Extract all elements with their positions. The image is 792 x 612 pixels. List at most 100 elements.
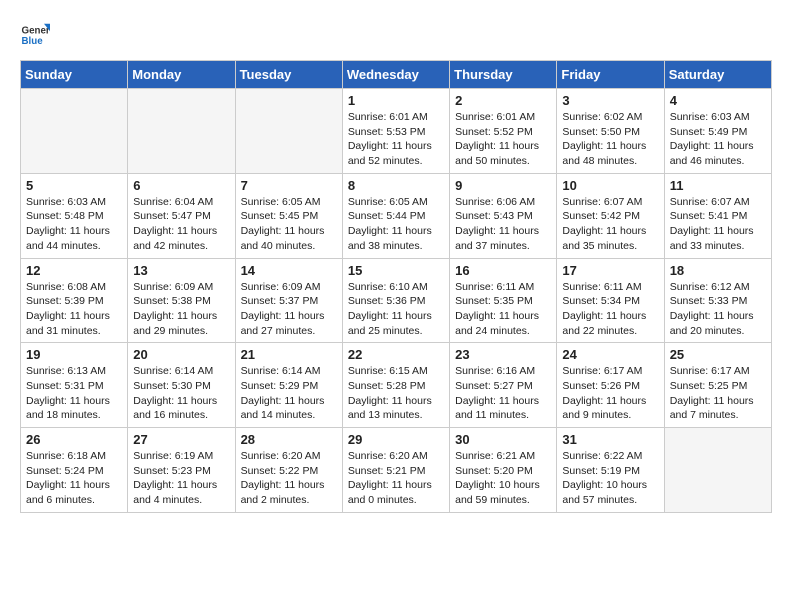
calendar-cell: 23 Sunrise: 6:16 AMSunset: 5:27 PMDaylig… (450, 343, 557, 428)
cell-day-number: 6 (133, 178, 229, 193)
cell-day-number: 1 (348, 93, 444, 108)
svg-text:General: General (22, 26, 51, 37)
cell-info: Sunrise: 6:20 AMSunset: 5:21 PMDaylight:… (348, 449, 444, 508)
cell-day-number: 24 (562, 347, 658, 362)
cell-day-number: 15 (348, 263, 444, 278)
calendar-cell: 6 Sunrise: 6:04 AMSunset: 5:47 PMDayligh… (128, 173, 235, 258)
cell-info: Sunrise: 6:18 AMSunset: 5:24 PMDaylight:… (26, 449, 122, 508)
cell-info: Sunrise: 6:17 AMSunset: 5:25 PMDaylight:… (670, 364, 766, 423)
cell-day-number: 20 (133, 347, 229, 362)
cell-day-number: 5 (26, 178, 122, 193)
calendar-cell: 15 Sunrise: 6:10 AMSunset: 5:36 PMDaylig… (342, 258, 449, 343)
cell-day-number: 26 (26, 432, 122, 447)
calendar-table: SundayMondayTuesdayWednesdayThursdayFrid… (20, 60, 772, 513)
cell-info: Sunrise: 6:03 AMSunset: 5:48 PMDaylight:… (26, 195, 122, 254)
cell-info: Sunrise: 6:16 AMSunset: 5:27 PMDaylight:… (455, 364, 551, 423)
calendar-cell: 22 Sunrise: 6:15 AMSunset: 5:28 PMDaylig… (342, 343, 449, 428)
cell-day-number: 23 (455, 347, 551, 362)
cell-info: Sunrise: 6:07 AMSunset: 5:42 PMDaylight:… (562, 195, 658, 254)
calendar-cell: 2 Sunrise: 6:01 AMSunset: 5:52 PMDayligh… (450, 89, 557, 174)
calendar-cell (664, 428, 771, 513)
cell-info: Sunrise: 6:17 AMSunset: 5:26 PMDaylight:… (562, 364, 658, 423)
calendar-week-2: 5 Sunrise: 6:03 AMSunset: 5:48 PMDayligh… (21, 173, 772, 258)
calendar-week-5: 26 Sunrise: 6:18 AMSunset: 5:24 PMDaylig… (21, 428, 772, 513)
calendar-cell (128, 89, 235, 174)
logo-icon: General Blue (20, 20, 50, 50)
weekday-friday: Friday (557, 61, 664, 89)
weekday-header-row: SundayMondayTuesdayWednesdayThursdayFrid… (21, 61, 772, 89)
calendar-cell: 26 Sunrise: 6:18 AMSunset: 5:24 PMDaylig… (21, 428, 128, 513)
cell-day-number: 31 (562, 432, 658, 447)
calendar-cell: 28 Sunrise: 6:20 AMSunset: 5:22 PMDaylig… (235, 428, 342, 513)
cell-info: Sunrise: 6:13 AMSunset: 5:31 PMDaylight:… (26, 364, 122, 423)
cell-info: Sunrise: 6:01 AMSunset: 5:52 PMDaylight:… (455, 110, 551, 169)
cell-info: Sunrise: 6:01 AMSunset: 5:53 PMDaylight:… (348, 110, 444, 169)
cell-info: Sunrise: 6:11 AMSunset: 5:35 PMDaylight:… (455, 280, 551, 339)
cell-day-number: 14 (241, 263, 337, 278)
calendar-cell: 1 Sunrise: 6:01 AMSunset: 5:53 PMDayligh… (342, 89, 449, 174)
calendar-cell: 13 Sunrise: 6:09 AMSunset: 5:38 PMDaylig… (128, 258, 235, 343)
cell-day-number: 19 (26, 347, 122, 362)
cell-day-number: 7 (241, 178, 337, 193)
cell-day-number: 8 (348, 178, 444, 193)
calendar-cell: 3 Sunrise: 6:02 AMSunset: 5:50 PMDayligh… (557, 89, 664, 174)
cell-day-number: 27 (133, 432, 229, 447)
cell-info: Sunrise: 6:11 AMSunset: 5:34 PMDaylight:… (562, 280, 658, 339)
calendar-week-3: 12 Sunrise: 6:08 AMSunset: 5:39 PMDaylig… (21, 258, 772, 343)
calendar-cell: 21 Sunrise: 6:14 AMSunset: 5:29 PMDaylig… (235, 343, 342, 428)
cell-info: Sunrise: 6:05 AMSunset: 5:45 PMDaylight:… (241, 195, 337, 254)
calendar-week-1: 1 Sunrise: 6:01 AMSunset: 5:53 PMDayligh… (21, 89, 772, 174)
cell-info: Sunrise: 6:09 AMSunset: 5:37 PMDaylight:… (241, 280, 337, 339)
cell-day-number: 10 (562, 178, 658, 193)
weekday-monday: Monday (128, 61, 235, 89)
cell-day-number: 16 (455, 263, 551, 278)
cell-day-number: 21 (241, 347, 337, 362)
svg-text:Blue: Blue (22, 36, 44, 47)
calendar-cell (235, 89, 342, 174)
cell-day-number: 25 (670, 347, 766, 362)
cell-day-number: 17 (562, 263, 658, 278)
calendar-week-4: 19 Sunrise: 6:13 AMSunset: 5:31 PMDaylig… (21, 343, 772, 428)
calendar-cell: 11 Sunrise: 6:07 AMSunset: 5:41 PMDaylig… (664, 173, 771, 258)
calendar-cell: 27 Sunrise: 6:19 AMSunset: 5:23 PMDaylig… (128, 428, 235, 513)
calendar-cell: 16 Sunrise: 6:11 AMSunset: 5:35 PMDaylig… (450, 258, 557, 343)
cell-info: Sunrise: 6:03 AMSunset: 5:49 PMDaylight:… (670, 110, 766, 169)
weekday-thursday: Thursday (450, 61, 557, 89)
cell-day-number: 29 (348, 432, 444, 447)
weekday-sunday: Sunday (21, 61, 128, 89)
calendar-cell: 31 Sunrise: 6:22 AMSunset: 5:19 PMDaylig… (557, 428, 664, 513)
logo: General Blue (20, 20, 50, 50)
calendar-cell: 30 Sunrise: 6:21 AMSunset: 5:20 PMDaylig… (450, 428, 557, 513)
cell-day-number: 11 (670, 178, 766, 193)
weekday-wednesday: Wednesday (342, 61, 449, 89)
cell-info: Sunrise: 6:05 AMSunset: 5:44 PMDaylight:… (348, 195, 444, 254)
calendar-cell: 9 Sunrise: 6:06 AMSunset: 5:43 PMDayligh… (450, 173, 557, 258)
cell-info: Sunrise: 6:22 AMSunset: 5:19 PMDaylight:… (562, 449, 658, 508)
cell-day-number: 12 (26, 263, 122, 278)
cell-day-number: 30 (455, 432, 551, 447)
calendar-cell: 20 Sunrise: 6:14 AMSunset: 5:30 PMDaylig… (128, 343, 235, 428)
calendar-cell: 29 Sunrise: 6:20 AMSunset: 5:21 PMDaylig… (342, 428, 449, 513)
cell-day-number: 18 (670, 263, 766, 278)
calendar-cell (21, 89, 128, 174)
cell-day-number: 2 (455, 93, 551, 108)
cell-day-number: 13 (133, 263, 229, 278)
cell-info: Sunrise: 6:15 AMSunset: 5:28 PMDaylight:… (348, 364, 444, 423)
calendar-cell: 14 Sunrise: 6:09 AMSunset: 5:37 PMDaylig… (235, 258, 342, 343)
cell-info: Sunrise: 6:21 AMSunset: 5:20 PMDaylight:… (455, 449, 551, 508)
cell-info: Sunrise: 6:19 AMSunset: 5:23 PMDaylight:… (133, 449, 229, 508)
weekday-saturday: Saturday (664, 61, 771, 89)
calendar-cell: 25 Sunrise: 6:17 AMSunset: 5:25 PMDaylig… (664, 343, 771, 428)
calendar-cell: 18 Sunrise: 6:12 AMSunset: 5:33 PMDaylig… (664, 258, 771, 343)
calendar-cell: 10 Sunrise: 6:07 AMSunset: 5:42 PMDaylig… (557, 173, 664, 258)
calendar-cell: 24 Sunrise: 6:17 AMSunset: 5:26 PMDaylig… (557, 343, 664, 428)
calendar-cell: 4 Sunrise: 6:03 AMSunset: 5:49 PMDayligh… (664, 89, 771, 174)
cell-info: Sunrise: 6:10 AMSunset: 5:36 PMDaylight:… (348, 280, 444, 339)
cell-day-number: 28 (241, 432, 337, 447)
cell-info: Sunrise: 6:04 AMSunset: 5:47 PMDaylight:… (133, 195, 229, 254)
cell-day-number: 9 (455, 178, 551, 193)
calendar-cell: 19 Sunrise: 6:13 AMSunset: 5:31 PMDaylig… (21, 343, 128, 428)
calendar-cell: 5 Sunrise: 6:03 AMSunset: 5:48 PMDayligh… (21, 173, 128, 258)
cell-info: Sunrise: 6:06 AMSunset: 5:43 PMDaylight:… (455, 195, 551, 254)
weekday-tuesday: Tuesday (235, 61, 342, 89)
